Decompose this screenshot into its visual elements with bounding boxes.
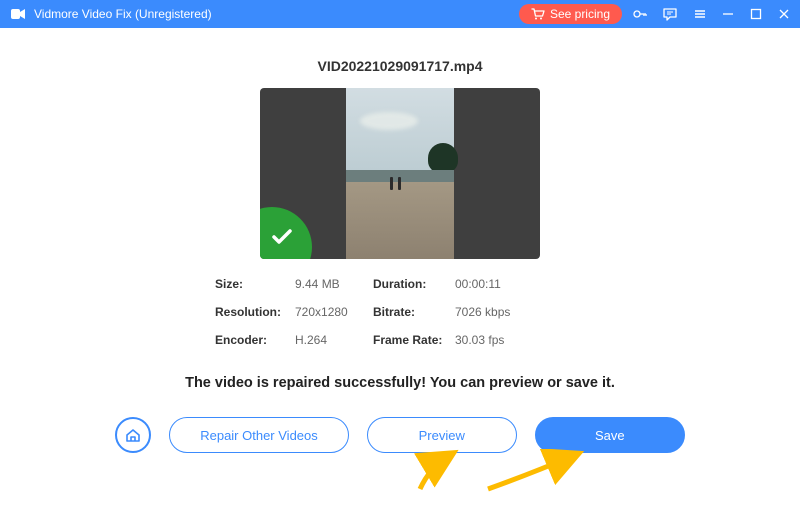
menu-icon[interactable] bbox=[692, 6, 708, 22]
home-icon bbox=[124, 426, 142, 444]
cart-icon bbox=[531, 8, 545, 20]
annotation-arrow-icon bbox=[410, 449, 470, 493]
framerate-label: Frame Rate: bbox=[373, 333, 455, 347]
framerate-value: 30.03 fps bbox=[455, 333, 545, 347]
titlebar: Vidmore Video Fix (Unregistered) See pri… bbox=[0, 0, 800, 28]
close-icon[interactable] bbox=[778, 8, 790, 20]
annotation-arrow-icon bbox=[480, 449, 590, 493]
home-button[interactable] bbox=[115, 417, 151, 453]
success-check-icon bbox=[260, 207, 312, 259]
resolution-value: 720x1280 bbox=[295, 305, 373, 319]
video-metadata: Size: 9.44 MB Duration: 00:00:11 Resolut… bbox=[215, 277, 585, 347]
maximize-icon[interactable] bbox=[750, 8, 762, 20]
duration-value: 00:00:11 bbox=[455, 277, 545, 291]
action-buttons: Repair Other Videos Preview Save bbox=[0, 417, 800, 453]
preview-label: Preview bbox=[419, 428, 465, 443]
app-logo-icon bbox=[10, 6, 26, 22]
app-title: Vidmore Video Fix (Unregistered) bbox=[34, 7, 212, 21]
video-preview-thumbnail bbox=[260, 88, 540, 259]
size-value: 9.44 MB bbox=[295, 277, 373, 291]
duration-label: Duration: bbox=[373, 277, 455, 291]
encoder-label: Encoder: bbox=[215, 333, 295, 347]
repair-other-label: Repair Other Videos bbox=[200, 428, 318, 443]
success-message: The video is repaired successfully! You … bbox=[0, 375, 800, 391]
save-label: Save bbox=[595, 428, 625, 443]
resolution-label: Resolution: bbox=[215, 305, 295, 319]
bitrate-value: 7026 kbps bbox=[455, 305, 545, 319]
encoder-value: H.264 bbox=[295, 333, 373, 347]
key-icon[interactable] bbox=[632, 6, 648, 22]
bitrate-label: Bitrate: bbox=[373, 305, 455, 319]
minimize-icon[interactable] bbox=[722, 8, 734, 20]
size-label: Size: bbox=[215, 277, 295, 291]
file-name: VID20221029091717.mp4 bbox=[0, 58, 800, 74]
see-pricing-label: See pricing bbox=[550, 7, 610, 21]
repair-other-videos-button[interactable]: Repair Other Videos bbox=[169, 417, 349, 453]
preview-button[interactable]: Preview bbox=[367, 417, 517, 453]
feedback-icon[interactable] bbox=[662, 6, 678, 22]
see-pricing-button[interactable]: See pricing bbox=[519, 4, 622, 24]
save-button[interactable]: Save bbox=[535, 417, 685, 453]
